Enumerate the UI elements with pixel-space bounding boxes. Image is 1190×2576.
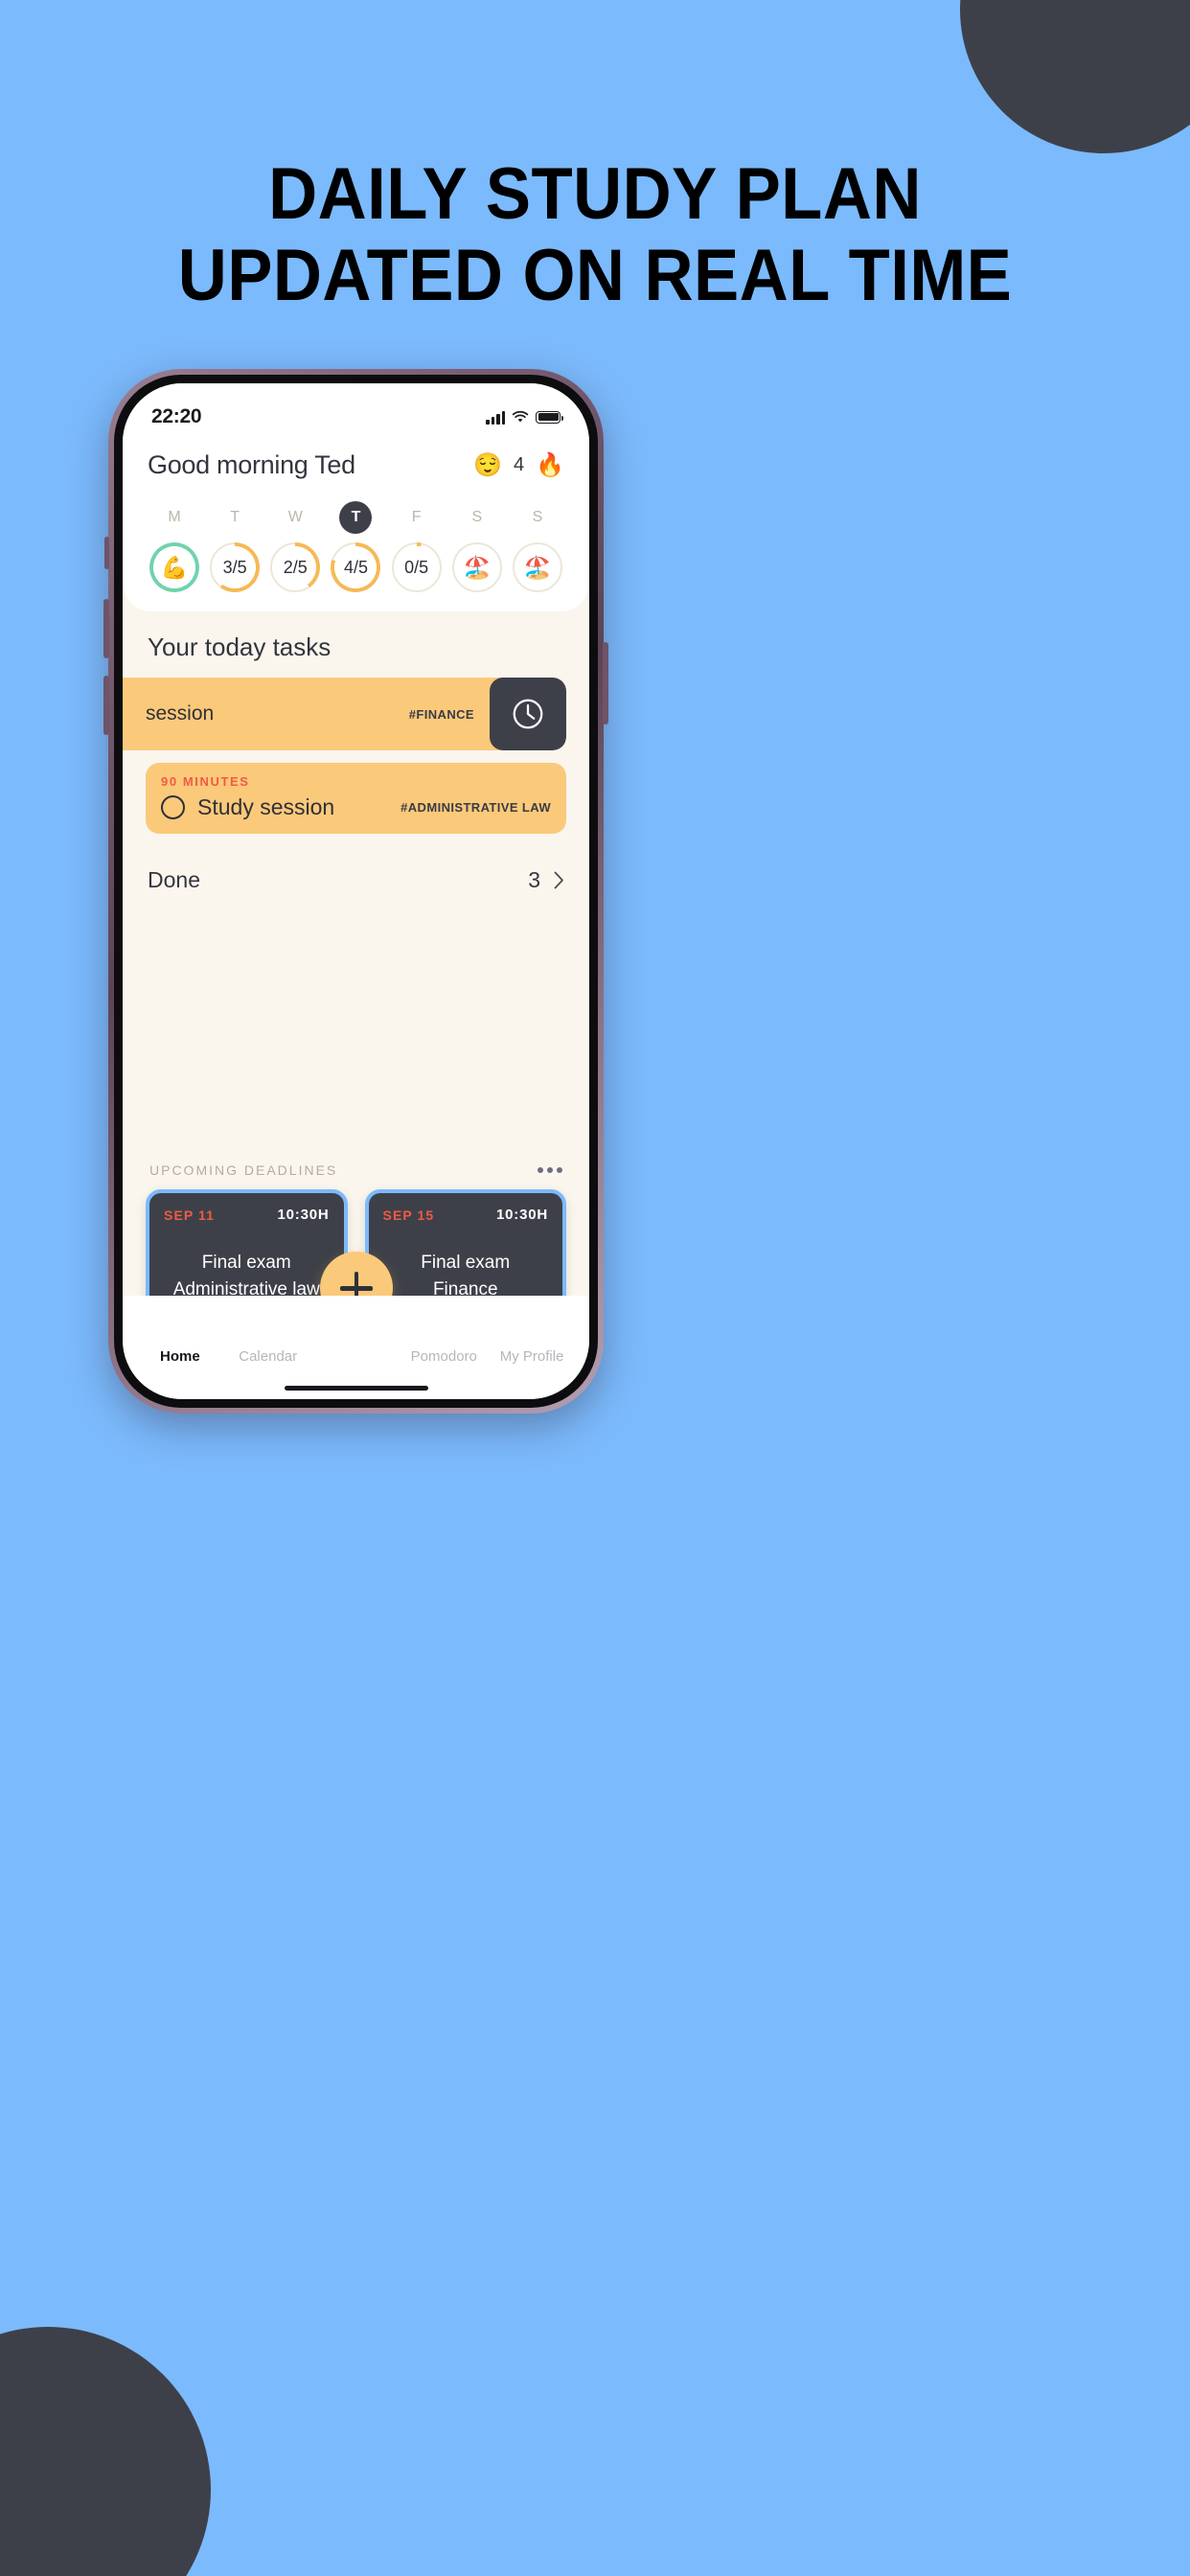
week-day-4[interactable]: F 0/5 — [388, 501, 446, 592]
week-day-value: 0/5 — [404, 557, 429, 577]
greeting-row: Good morning Ted 😌 4 🔥 — [146, 439, 566, 480]
nav-item-my-profile[interactable]: My Profile — [488, 1311, 576, 1365]
task-timer-button[interactable] — [490, 678, 566, 750]
task-card[interactable]: 90 MINUTES Study session #ADMINISTRATIVE… — [146, 763, 566, 834]
deadlines-title: UPCOMING DEADLINES — [149, 1162, 338, 1178]
week-day-value: 4/5 — [343, 557, 368, 577]
week-day-emoji: 🏖️ — [523, 554, 552, 580]
nav-item-label: Home — [160, 1348, 200, 1365]
home-indicator — [284, 1386, 428, 1391]
fire-icon: 🔥 — [536, 451, 564, 478]
headline-line-2: UPDATED ON REAL TIME — [177, 235, 1013, 317]
week-day-letter: F — [411, 509, 422, 525]
deadline-time: 10:30H — [277, 1207, 330, 1223]
done-right: 3 — [528, 867, 564, 893]
volume-up-button[interactable] — [103, 599, 109, 658]
week-day-letter: S — [471, 509, 483, 525]
status-clock: 22:20 — [151, 405, 202, 427]
task-card-content: Study session #ADMINISTRATIVE LAW — [161, 794, 551, 820]
nav-item-home[interactable]: Home — [136, 1311, 224, 1365]
task-name: session — [146, 702, 215, 724]
clock-icon — [513, 699, 543, 729]
wifi-icon — [512, 410, 529, 424]
week-day-letter: T — [339, 501, 373, 534]
deadline-card-body: Final exam Finance — [383, 1250, 549, 1302]
decorative-circle-bottom-left — [0, 2327, 211, 2576]
app-body: Your today tasks session #FINANCE 90 MIN… — [123, 611, 589, 1328]
status-bar: 22:20 — [146, 383, 566, 439]
circle-unchecked-icon[interactable] — [161, 795, 185, 819]
week-day-ring: 4/5 — [331, 542, 381, 592]
week-day-ring: 🏖️ — [451, 542, 502, 592]
poster-headline: DAILY STUDY PLAN UPDATED ON REAL TIME — [41, 153, 1148, 316]
done-count: 3 — [528, 867, 540, 892]
week-day-ring: 🏖️ — [512, 542, 562, 592]
volume-down-button[interactable] — [103, 676, 109, 735]
app-screen: 22:20 Good morning Ted 😌 4 🔥 M 💪 T 3/5 W… — [123, 383, 589, 1399]
headline-line-1: DAILY STUDY PLAN — [268, 153, 922, 235]
streak-area[interactable]: 😌 4 🔥 — [473, 451, 564, 478]
nav-item-calendar[interactable]: Calendar — [224, 1311, 312, 1365]
status-icons — [486, 410, 563, 425]
phone-bezel: 22:20 Good morning Ted 😌 4 🔥 M 💪 T 3/5 W… — [114, 375, 598, 1408]
week-day-3[interactable]: T 4/5 — [327, 501, 384, 592]
nav-item-label: My Profile — [499, 1348, 564, 1365]
week-day-5[interactable]: S 🏖️ — [448, 501, 506, 592]
week-day-ring: 2/5 — [270, 542, 321, 592]
deadline-card-top: SEP 15 10:30H — [383, 1207, 549, 1223]
ellipsis-icon[interactable] — [538, 1167, 562, 1173]
cellular-bars-icon — [486, 410, 505, 425]
tasks-section-title: Your today tasks — [148, 632, 332, 661]
mood-emoji[interactable]: 😌 — [473, 453, 502, 477]
deadline-date: SEP 15 — [382, 1207, 435, 1223]
week-day-value: 2/5 — [283, 557, 308, 577]
week-day-ring: 💪 — [149, 542, 199, 592]
phone-mockup: 22:20 Good morning Ted 😌 4 🔥 M 💪 T 3/5 W… — [103, 369, 608, 1414]
week-day-letter: M — [168, 509, 181, 525]
deadline-date: SEP 11 — [164, 1207, 216, 1223]
week-day-letter: T — [230, 509, 240, 525]
mute-switch[interactable] — [104, 537, 109, 569]
week-day-emoji: 🏖️ — [463, 554, 492, 580]
chevron-right-icon — [554, 871, 563, 889]
deadline-time: 10:30H — [496, 1207, 548, 1223]
week-day-1[interactable]: T 3/5 — [206, 501, 263, 592]
week-day-6[interactable]: S 🏖️ — [509, 501, 566, 592]
task-name: Study session — [197, 794, 335, 819]
task-main: Study session — [161, 794, 334, 820]
deadline-title: Final exam — [201, 1253, 291, 1273]
deadline-title: Final exam — [421, 1253, 511, 1273]
week-day-emoji: 💪 — [160, 554, 189, 580]
task-tag: #ADMINISTRATIVE LAW — [400, 800, 551, 815]
task-tag: #FINANCE — [408, 706, 474, 722]
battery-full-icon — [536, 410, 563, 424]
done-label: Done — [148, 867, 200, 892]
task-card-content: session #FINANCE — [146, 702, 490, 725]
week-day-letter: W — [287, 509, 303, 525]
task-duration: 90 MINUTES — [161, 774, 250, 789]
task-card-swiped[interactable]: session #FINANCE — [123, 678, 566, 750]
week-day-2[interactable]: W 2/5 — [266, 501, 324, 592]
week-day-ring: 0/5 — [391, 542, 442, 592]
week-progress-row: M 💪 T 3/5 W 2/5 T 4/5 F 0/5 S 🏖️ S 🏖️ — [146, 480, 566, 592]
nav-item-pomodoro[interactable]: Pomodoro — [400, 1311, 488, 1365]
nav-item-label: Pomodoro — [410, 1348, 477, 1365]
week-day-ring: 3/5 — [210, 542, 261, 592]
streak-count: 4 — [513, 454, 525, 475]
power-button[interactable] — [603, 642, 608, 724]
done-row[interactable]: Done 3 — [146, 846, 566, 893]
bottom-nav: Home Calendar Pomodoro My Profile — [123, 1296, 589, 1399]
week-day-letter: S — [532, 509, 543, 525]
page-title: Good morning Ted — [148, 450, 355, 479]
deadline-card-body: Final exam Administrative law — [164, 1250, 330, 1302]
decorative-circle-top-right — [960, 0, 1190, 153]
week-day-value: 3/5 — [222, 557, 247, 577]
deadlines-header: UPCOMING DEADLINES — [146, 1162, 566, 1189]
week-day-0[interactable]: M 💪 — [146, 501, 203, 592]
app-header: 22:20 Good morning Ted 😌 4 🔥 M 💪 T 3/5 W… — [123, 383, 589, 611]
deadline-card-top: SEP 11 10:30H — [164, 1207, 330, 1223]
nav-item-label: Calendar — [239, 1348, 298, 1365]
